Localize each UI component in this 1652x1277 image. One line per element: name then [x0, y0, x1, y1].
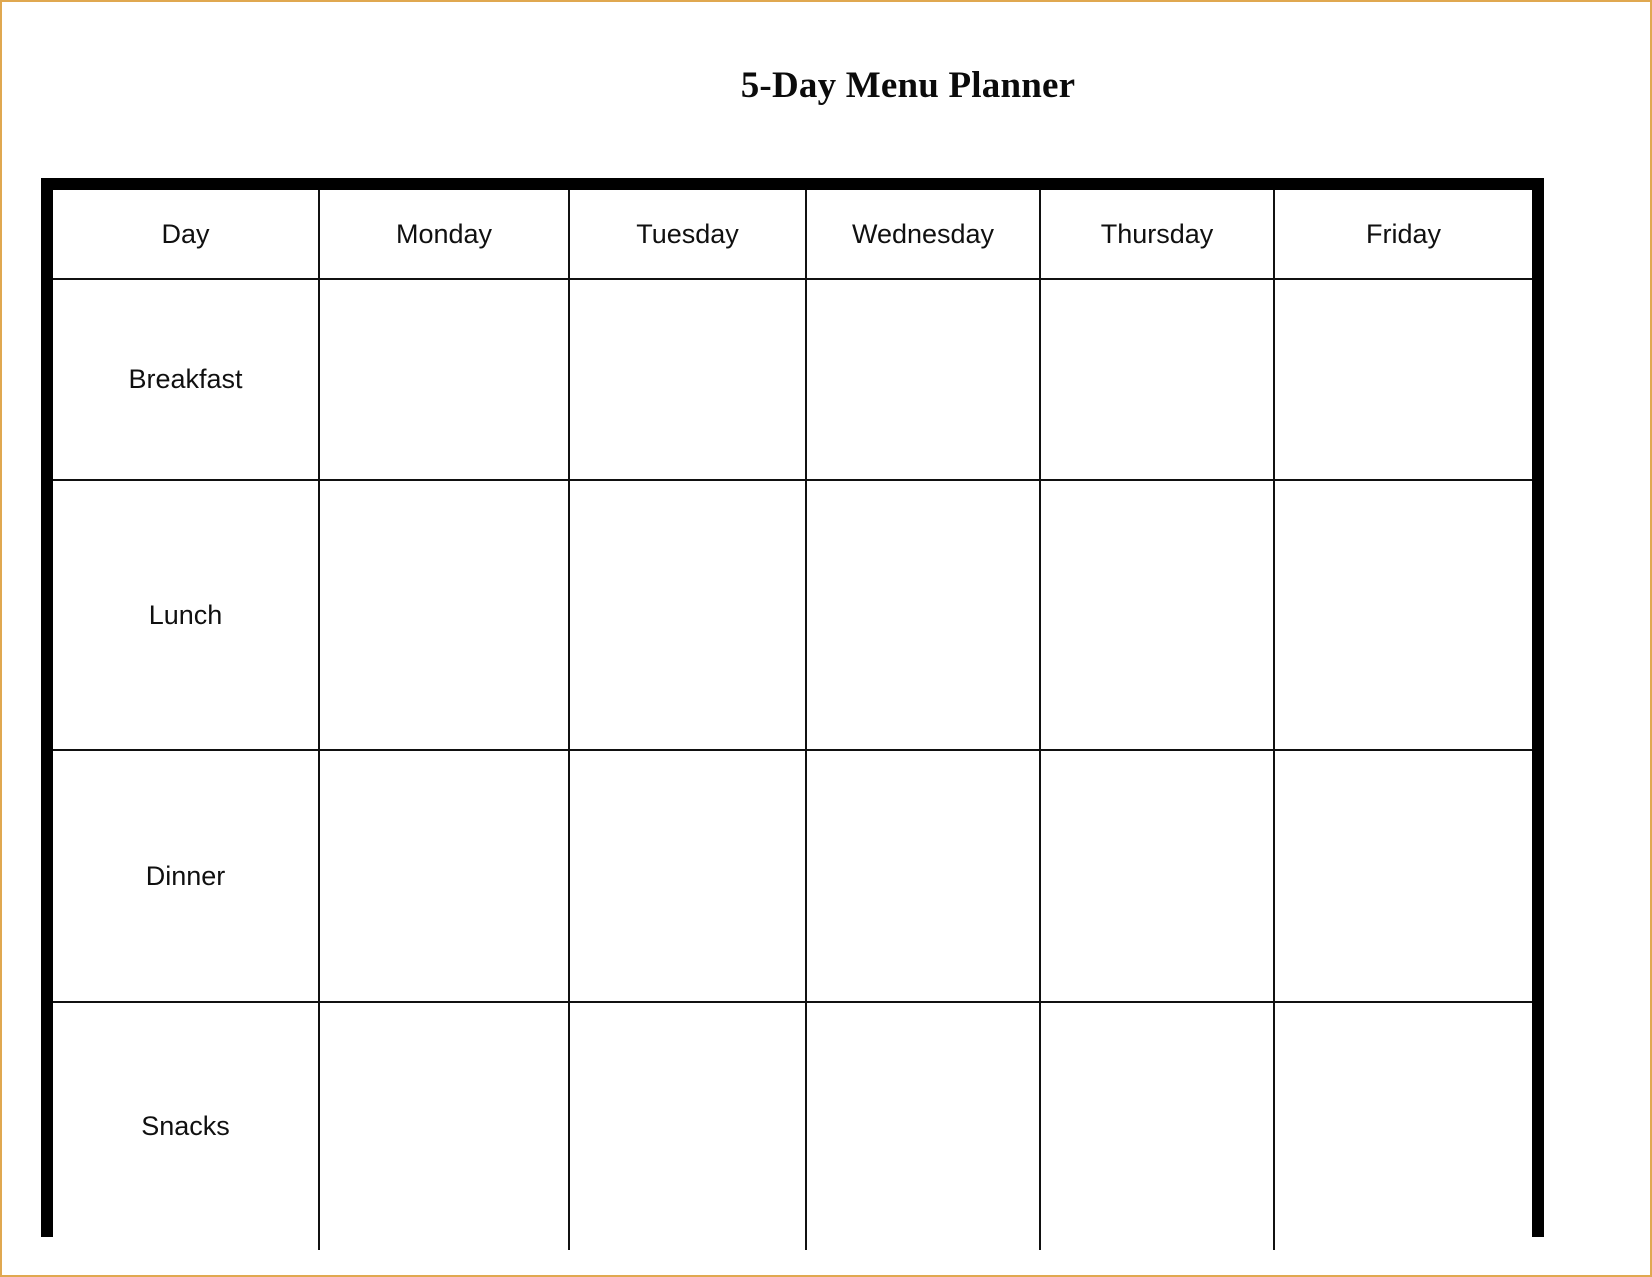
row-label-dinner: Dinner — [53, 749, 320, 1003]
menu-planner-table: Day Monday Tuesday Wednesday Thursday Fr… — [53, 190, 1532, 1250]
column-header-wednesday: Wednesday — [805, 190, 1041, 280]
table-header-row: Day Monday Tuesday Wednesday Thursday Fr… — [53, 190, 1532, 280]
cell-breakfast-monday[interactable] — [318, 278, 570, 481]
page-sheet: 5-Day Menu Planner Day Monday Tuesday We… — [0, 0, 1652, 1277]
menu-planner-table-frame: Day Monday Tuesday Wednesday Thursday Fr… — [41, 178, 1544, 1250]
column-header-thursday: Thursday — [1039, 190, 1275, 280]
column-header-tuesday: Tuesday — [568, 190, 807, 280]
cell-breakfast-tuesday[interactable] — [568, 278, 807, 481]
table-row-lunch: Lunch — [53, 479, 1532, 751]
cell-snacks-friday[interactable] — [1273, 1001, 1532, 1250]
cell-snacks-tuesday[interactable] — [568, 1001, 807, 1250]
cell-lunch-thursday[interactable] — [1039, 479, 1275, 751]
table-row-snacks: Snacks — [53, 1001, 1532, 1250]
cell-dinner-thursday[interactable] — [1039, 749, 1275, 1003]
cell-lunch-friday[interactable] — [1273, 479, 1532, 751]
column-header-friday: Friday — [1273, 190, 1532, 280]
cell-dinner-monday[interactable] — [318, 749, 570, 1003]
cell-breakfast-wednesday[interactable] — [805, 278, 1041, 481]
table-row-breakfast: Breakfast — [53, 278, 1532, 481]
table-row-dinner: Dinner — [53, 749, 1532, 1003]
cell-dinner-wednesday[interactable] — [805, 749, 1041, 1003]
cell-snacks-wednesday[interactable] — [805, 1001, 1041, 1250]
row-label-lunch: Lunch — [53, 479, 320, 751]
cell-lunch-wednesday[interactable] — [805, 479, 1041, 751]
cell-snacks-thursday[interactable] — [1039, 1001, 1275, 1250]
cell-lunch-tuesday[interactable] — [568, 479, 807, 751]
cell-dinner-friday[interactable] — [1273, 749, 1532, 1003]
grid-line-gap-artifact — [1507, 761, 1520, 764]
cell-dinner-tuesday[interactable] — [568, 749, 807, 1003]
cell-snacks-monday[interactable] — [318, 1001, 570, 1250]
cell-breakfast-thursday[interactable] — [1039, 278, 1275, 481]
column-header-day: Day — [53, 190, 320, 280]
page-title: 5-Day Menu Planner — [740, 65, 1076, 106]
row-label-breakfast: Breakfast — [53, 278, 320, 481]
cell-breakfast-friday[interactable] — [1273, 278, 1532, 481]
row-label-snacks: Snacks — [53, 1001, 320, 1250]
column-header-monday: Monday — [318, 190, 570, 280]
cell-lunch-monday[interactable] — [318, 479, 570, 751]
